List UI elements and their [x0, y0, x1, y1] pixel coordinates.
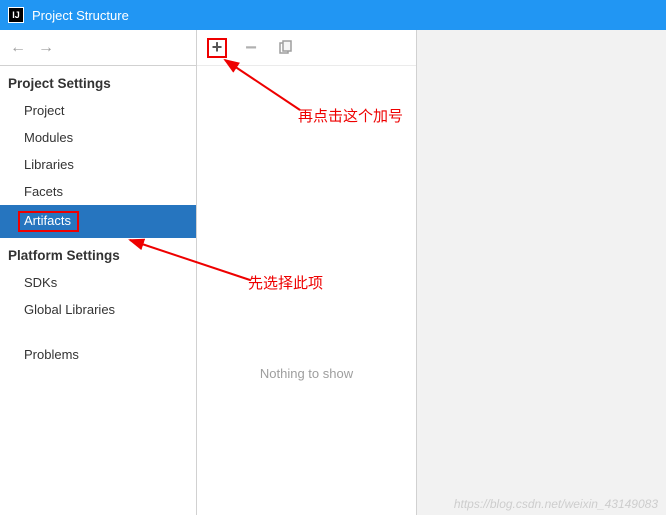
sidebar-item-facets[interactable]: Facets: [0, 178, 196, 205]
app-icon: IJ: [8, 7, 24, 23]
annotation-select-hint: 先选择此项: [248, 272, 323, 293]
sidebar-item-problems[interactable]: Problems: [0, 341, 196, 368]
sidebar-item-libraries[interactable]: Libraries: [0, 151, 196, 178]
add-button[interactable]: +: [207, 38, 227, 58]
sidebar: ← → Project Settings Project Modules Lib…: [0, 30, 197, 515]
artifacts-highlight: Artifacts: [18, 211, 79, 232]
sidebar-item-modules[interactable]: Modules: [0, 124, 196, 151]
back-button[interactable]: ←: [8, 39, 28, 57]
sidebar-item-sdks[interactable]: SDKs: [0, 269, 196, 296]
section-project-settings: Project Settings: [0, 66, 196, 97]
right-pane: [417, 30, 666, 515]
copy-icon: [277, 40, 293, 56]
nav-arrows: ← →: [0, 30, 196, 66]
sidebar-item-project[interactable]: Project: [0, 97, 196, 124]
sidebar-item-label: Artifacts: [24, 213, 71, 228]
copy-button[interactable]: [275, 38, 295, 58]
window-title: Project Structure: [32, 8, 129, 23]
sidebar-item-artifacts[interactable]: Artifacts: [0, 205, 196, 238]
toolbar: + −: [197, 30, 416, 66]
section-platform-settings: Platform Settings: [0, 238, 196, 269]
empty-message: Nothing to show: [197, 366, 416, 381]
remove-button[interactable]: −: [241, 38, 261, 58]
titlebar: IJ Project Structure: [0, 0, 666, 30]
main-area: ← → Project Settings Project Modules Lib…: [0, 30, 666, 515]
annotation-plus-hint: 再点击这个加号: [298, 105, 403, 126]
sidebar-item-global-libraries[interactable]: Global Libraries: [0, 296, 196, 323]
forward-button[interactable]: →: [36, 39, 56, 57]
